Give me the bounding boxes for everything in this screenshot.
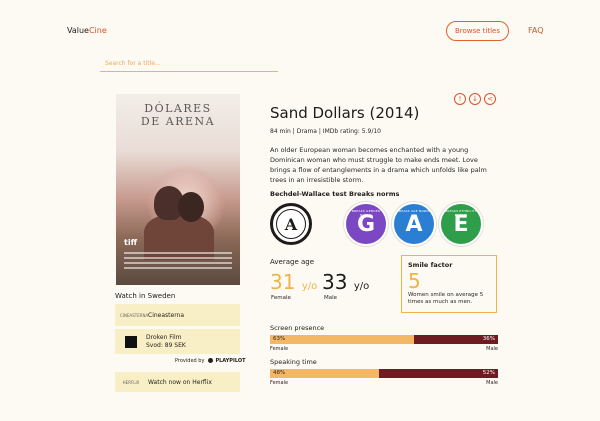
screen-presence-female-label: Female [270,346,289,352]
provider-detail: Svod: 89 SEK [146,341,186,349]
bechdel-pass-badge: A [270,203,312,245]
provider-name: Watch now on Herflix [148,378,212,386]
badge-caption: BREAKS GENDER NORMS [351,209,381,217]
screen-presence-label: Screen presence [270,324,325,332]
speaking-time-female-label: Female [270,380,289,386]
provider-logo: CINEASTERNA [120,312,149,318]
screen-presence-male-fill: 36% [413,335,498,344]
movie-meta: 84 min | Drama | IMDb rating: 5.9/10 [270,128,381,135]
smile-factor-text: Women smile on average 5 times as much a… [408,292,484,305]
watch-heading: Watch in Sweden [115,292,176,300]
playpilot-brand: PLAYPILOT [215,358,246,364]
provided-by: Provided by PLAYPILOT [175,358,246,364]
provider-logo: HERFLIX [122,379,140,385]
provider-name: Cineasterna [148,311,185,319]
poster-head-right [178,192,204,222]
screen-presence-bar: 63% 36% [270,335,498,344]
screen-presence-female-fill: 63% [270,335,414,344]
site-logo[interactable]: ValueCine [67,26,107,35]
movie-description: An older European woman becomes enchante… [270,146,487,184]
male-age: 33 y/o [322,270,369,294]
screen-presence-female-pct: 63% [273,336,286,342]
provider-item[interactable]: Droken Film Svod: 89 SEK [115,329,240,354]
provider-item[interactable]: HERFLIX Watch now on Herflix [115,372,240,392]
female-age-value: 31 [270,270,296,294]
age-unit: y/o [353,281,370,292]
ethnicity-norms-badge: BREAKS ETHNICITY NORMS E [439,202,483,246]
speaking-time-male-pct: 52% [482,370,495,376]
speaking-time-bar: 48% 52% [270,369,498,378]
male-age-label: Male [324,295,338,301]
provider-logo-icon [125,335,137,348]
age-norms-badge: BREAKS AGE NORMS A [392,202,436,246]
female-age: 31 y/o [270,270,317,294]
badge-caption: BREAKS AGE NORMS [396,209,432,213]
provider-name: Droken Film [146,333,182,341]
badge-caption: BREAKS ETHNICITY NORMS [445,209,477,217]
movie-poster: DÓLARES DE ARENA tiff [116,94,240,285]
poster-festival-logo: tiff [124,238,138,247]
speaking-time-male-fill: 52% [379,369,498,378]
browse-titles-button[interactable]: Browse titles [446,21,509,41]
poster-credits [124,252,232,274]
bechdel-label: Bechdel-Wallace test Breaks norms [270,190,400,198]
movie-title: Sand Dollars (2014) [270,104,420,122]
info-icon[interactable]: ! [454,93,466,105]
faq-link[interactable]: FAQ [528,26,544,35]
screen-presence-male-pct: 36% [482,336,495,342]
female-age-label: Female [271,295,291,301]
age-unit: y/o [301,281,318,292]
gender-norms-badge: BREAKS GENDER NORMS G [344,202,388,246]
smile-factor-box: Smile factor 5 Women smile on average 5 … [401,255,497,313]
poster-title-line2: DE ARENA [140,115,216,128]
speaking-time-female-fill: 48% [270,369,380,378]
screen-presence-male-label: Male [486,346,498,352]
badge-letter: A [405,211,423,237]
playpilot-icon [208,358,214,363]
search-input[interactable] [100,55,278,72]
playpilot-logo: PLAYPILOT [208,358,246,364]
speaking-time-label: Speaking time [270,358,317,366]
bechdel-badge-letter: A [276,209,306,239]
share-icon[interactable]: < [484,93,496,105]
provided-by-label: Provided by [175,358,205,364]
action-icons: ! ↓ < [454,93,496,105]
poster-title-line1: DÓLARES [144,102,212,115]
smile-factor-value: 5 [408,269,421,293]
provider-item[interactable]: CINEASTERNA Cineasterna [115,304,240,326]
speaking-time-male-label: Male [486,380,498,386]
logo-prefix: Value [67,26,89,35]
average-age-label: Average age [270,258,315,266]
logo-suffix: Cine [88,26,107,35]
speaking-time-female-pct: 48% [273,370,286,376]
male-age-value: 33 [322,270,348,294]
smile-factor-title: Smile factor [408,261,453,269]
download-icon[interactable]: ↓ [469,93,481,105]
